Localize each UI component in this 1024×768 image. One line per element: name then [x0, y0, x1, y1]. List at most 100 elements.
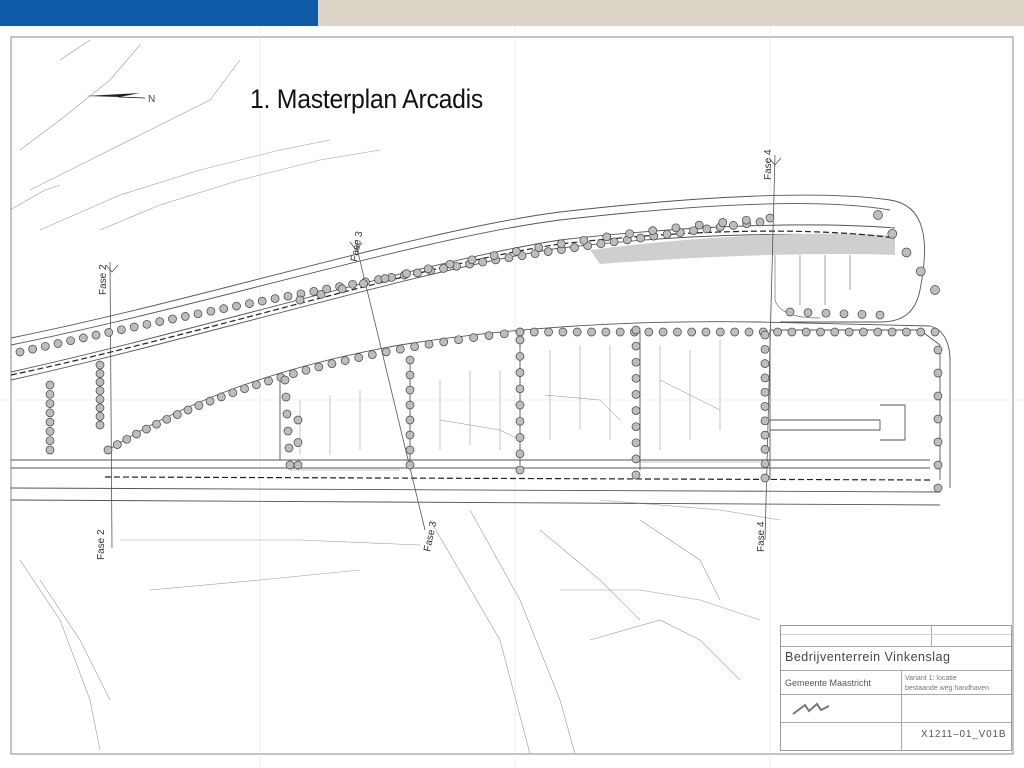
tree-symbol — [570, 243, 579, 252]
tree-symbol — [760, 473, 770, 483]
title-block-divider — [931, 626, 932, 646]
tree-symbol — [529, 327, 539, 337]
tree-symbol — [95, 412, 105, 421]
tree-symbol — [424, 339, 434, 349]
tree-symbol — [515, 368, 525, 377]
tree-symbol — [631, 373, 641, 383]
tree-symbol — [844, 327, 854, 337]
title-block: Bedrijventerrein Vinkenslag Gemeente Maa… — [780, 625, 1012, 751]
tree-symbol — [830, 327, 840, 337]
tree-symbol — [293, 415, 303, 425]
tree-symbol — [53, 339, 63, 348]
phase-label-2-bottom: Fase 2 — [96, 529, 107, 560]
tree-symbol — [245, 299, 254, 308]
tree-symbol — [454, 335, 463, 345]
tree-symbol — [631, 438, 641, 448]
tree-symbol — [359, 279, 368, 288]
tree-symbol — [515, 416, 525, 426]
tree-symbol — [760, 416, 770, 426]
tree-symbol — [760, 387, 770, 397]
tree-symbol — [915, 266, 926, 277]
tree-symbol — [405, 370, 415, 380]
tree-symbol — [702, 224, 712, 234]
tree-symbol — [45, 408, 55, 418]
tree-symbol — [316, 290, 326, 299]
tree-symbol — [933, 391, 943, 401]
tree-symbol — [172, 410, 182, 419]
slide-title: 1. Masterplan Arcadis — [250, 84, 484, 114]
tree-symbol — [95, 360, 105, 370]
tree-symbol — [718, 218, 728, 227]
tree-symbol — [741, 215, 751, 225]
drawing-code: X1211–01_V01B — [921, 729, 1007, 740]
tree-symbol — [439, 337, 449, 347]
tree-symbol — [270, 294, 280, 303]
tree-symbol — [104, 328, 114, 337]
tree-symbol — [423, 264, 433, 274]
tree-symbol — [314, 362, 324, 372]
tree-symbol — [875, 310, 885, 320]
tree-symbol — [760, 344, 770, 354]
tree-symbol — [405, 385, 415, 395]
tree-symbol — [78, 333, 88, 343]
tree-symbol — [129, 322, 139, 332]
tree-symbol — [515, 433, 525, 442]
company-logo-icon — [792, 702, 830, 715]
tree-symbol — [95, 394, 105, 404]
tree-symbol — [309, 287, 319, 296]
tree-symbol — [232, 301, 241, 311]
tree-symbol — [91, 330, 101, 340]
tree-symbol — [405, 400, 415, 410]
tree-symbol — [631, 422, 641, 432]
tree-symbol — [930, 285, 940, 295]
tree-symbol — [715, 327, 725, 337]
title-block-divider — [781, 722, 1011, 723]
tree-symbol — [162, 414, 172, 424]
title-block-divider — [901, 670, 902, 750]
tree-symbol — [45, 399, 55, 408]
tree-symbol — [45, 427, 55, 436]
tree-symbol — [193, 309, 203, 319]
title-block-divider — [781, 646, 1011, 647]
tree-symbol — [644, 327, 654, 337]
tree-symbol — [873, 327, 883, 337]
tree-symbol — [816, 327, 825, 337]
tree-symbol — [515, 335, 525, 345]
tree-symbol — [445, 259, 455, 269]
tree-symbol — [515, 449, 525, 459]
tree-symbol — [103, 445, 113, 455]
tree-symbol — [348, 279, 357, 289]
tree-symbol — [515, 327, 525, 337]
tree-symbol — [206, 306, 216, 316]
tree-symbol — [15, 347, 25, 357]
tree-symbol — [760, 330, 770, 340]
tree-symbol — [609, 237, 619, 247]
phase-label-4-bottom: Fase 4 — [756, 521, 767, 552]
tree-symbol — [293, 438, 303, 447]
phase-label-2-top: Fase 2 — [98, 264, 109, 295]
tree-symbol — [648, 226, 658, 235]
tree-symbol — [587, 327, 596, 337]
phase-label-4-top: Fase 4 — [763, 149, 774, 180]
tree-symbol — [288, 369, 298, 379]
tree-symbol — [155, 317, 165, 326]
tree-symbol — [252, 380, 261, 390]
tree-symbol — [499, 329, 509, 339]
tree-symbol — [180, 312, 190, 321]
tree-symbol — [730, 327, 740, 337]
tree-symbol — [556, 239, 566, 249]
tree-symbol — [410, 342, 419, 352]
tree-symbol — [511, 247, 521, 256]
tree-symbol — [631, 390, 641, 399]
tree-symbol — [168, 314, 177, 324]
tree-symbol — [785, 307, 795, 317]
title-block-divider — [781, 670, 1011, 671]
tree-symbol — [631, 357, 641, 367]
tree-symbol — [95, 377, 105, 387]
tree-symbol — [283, 426, 293, 436]
tree-symbol — [142, 424, 151, 434]
tree-symbol — [28, 344, 37, 354]
north-arrow-icon — [86, 93, 146, 99]
tree-symbol — [380, 274, 390, 283]
tree-symbol — [596, 239, 606, 249]
